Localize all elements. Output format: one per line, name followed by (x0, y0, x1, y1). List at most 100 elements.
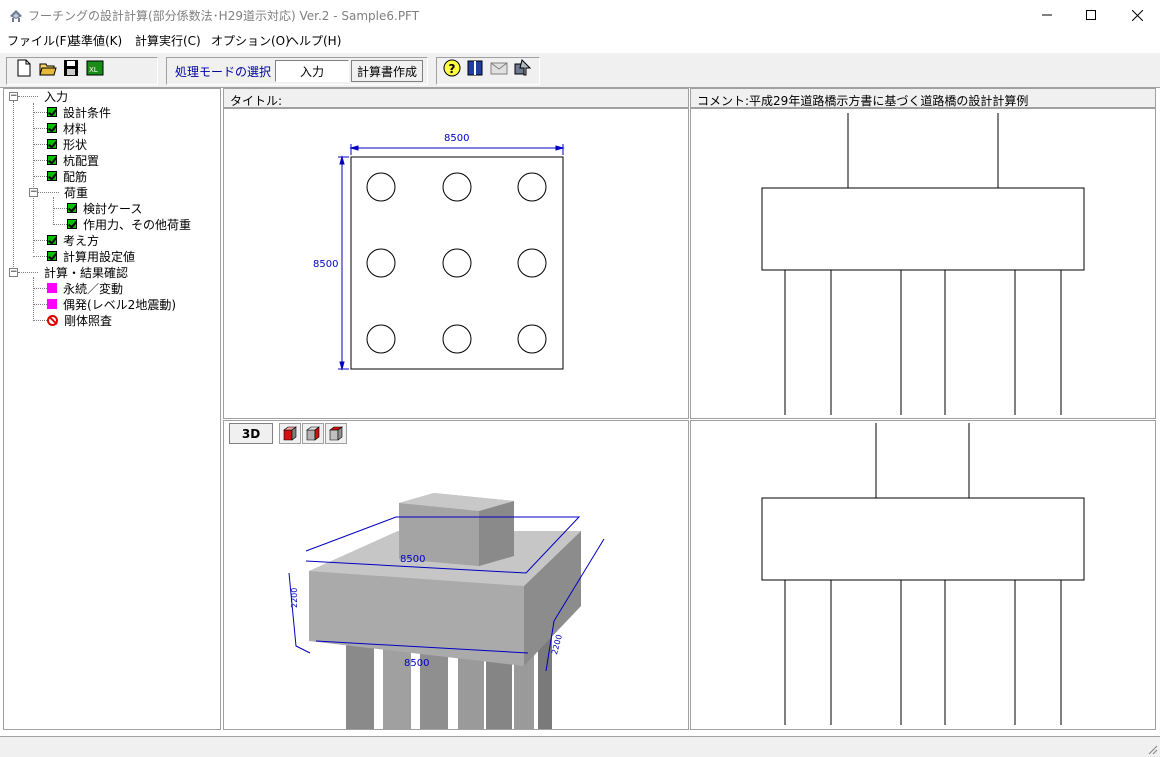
mail-icon[interactable] (489, 58, 509, 78)
pile-circle (366, 248, 396, 278)
view-3d-button[interactable]: 3D (229, 423, 273, 444)
pending-icon (47, 283, 57, 293)
pile-circle (442, 248, 472, 278)
mode-input-button[interactable]: 入力 (275, 60, 349, 82)
menu-help[interactable]: ヘルプ(H) (287, 32, 341, 49)
pile-circle (442, 172, 472, 202)
cube-side-button[interactable] (302, 423, 324, 444)
minimize-button[interactable] (1024, 0, 1070, 30)
tree-item-label: 偶発(レベル2地震動) (63, 297, 176, 312)
load-collapse-toggle[interactable]: − (29, 188, 38, 197)
tree-item-label: 材料 (63, 121, 88, 136)
checked-icon (47, 107, 57, 117)
title-bar: フーチングの設計計算(部分係数法･H29道示対応) Ver.2 - Sample… (0, 0, 1160, 30)
side-dimension-label: 2200 (550, 634, 564, 656)
cube-iso-icon (329, 426, 343, 441)
menu-calculate[interactable]: 計算実行(C) (135, 32, 201, 49)
tree-connector (37, 192, 59, 193)
tree-connector (33, 112, 47, 113)
tree-item-label: 剛体照査 (64, 313, 113, 328)
maximize-button[interactable] (1068, 0, 1114, 30)
tree-root-input[interactable]: 入力 (44, 89, 68, 104)
tree-item-design-conditions[interactable]: 設計条件 (47, 104, 111, 120)
arrow-down-icon (339, 361, 345, 371)
cube-front-button[interactable] (279, 423, 301, 444)
tree-item-pile-layout[interactable]: 杭配置 (47, 152, 99, 168)
resize-grip-icon[interactable] (1146, 743, 1158, 755)
arrow-left-icon (349, 145, 359, 151)
checked-icon (47, 251, 57, 261)
view3d-drawing: 8500 8500 2200 2200 (288, 493, 605, 729)
tree-root-calc[interactable]: 計算・結果確認 (44, 264, 128, 280)
tree-item-reinforcement[interactable]: 配筋 (47, 168, 87, 184)
pile-circle (366, 172, 396, 202)
tree-group-load-label: 荷重 (64, 185, 89, 200)
calc-collapse-toggle[interactable]: − (9, 268, 18, 277)
tree-connector (33, 277, 34, 321)
width-dimension-label: 8500 (444, 133, 469, 144)
height-dimension-label: 2200 (290, 588, 299, 608)
input-collapse-toggle[interactable]: − (9, 92, 18, 101)
tree-item-label: 杭配置 (63, 153, 100, 168)
input-tree: − 入力 設計条件 材料 形状 杭配置 配筋 − 荷重 検討ケース 作用力、その… (3, 88, 221, 730)
export-icon[interactable]: XL (85, 58, 105, 78)
settings-icon[interactable] (512, 58, 532, 78)
footing-front-face (309, 571, 524, 666)
tree-connector (53, 208, 67, 209)
bottom-dimension-label: 8500 (404, 658, 429, 669)
footing-section (761, 497, 1085, 581)
menu-options[interactable]: オプション(O) (211, 32, 290, 49)
tree-item-label: 永続／変動 (63, 281, 124, 296)
tree-root-calc-label: 計算・結果確認 (44, 265, 129, 280)
view3d-panel: 8500 8500 2200 2200 (223, 420, 689, 730)
maximize-icon (1086, 10, 1096, 20)
save-icon[interactable] (61, 58, 81, 78)
book-icon[interactable] (465, 58, 485, 78)
tree-item-label: 作用力、その他荷重 (83, 217, 192, 232)
tree-item-materials[interactable]: 材料 (47, 120, 87, 136)
tree-group-load[interactable]: 荷重 (64, 184, 88, 200)
open-folder-icon[interactable] (38, 58, 58, 78)
tree-connector (33, 176, 47, 177)
help-icon[interactable]: ? (442, 58, 462, 78)
svg-text:XL: XL (89, 66, 98, 74)
comment-header: コメント:平成29年道路橋示方書に基づく道路橋の設計計算例 (690, 88, 1156, 108)
close-button[interactable] (1114, 0, 1160, 30)
status-bar (0, 736, 1160, 757)
menu-standard[interactable]: 基準値(K) (69, 32, 122, 49)
tree-item-load-cases[interactable]: 検討ケース (67, 200, 142, 216)
svg-text:?: ? (449, 62, 456, 76)
tree-item-rigid-check[interactable]: 剛体照査 (47, 312, 112, 328)
tree-item-persistent[interactable]: 永続／変動 (47, 280, 123, 296)
tree-connector (33, 144, 47, 145)
mode-report-button[interactable]: 計算書作成 (351, 60, 423, 82)
tree-item-accidental[interactable]: 偶発(レベル2地震動) (47, 296, 176, 312)
checked-icon (67, 203, 77, 213)
minimize-icon (1042, 14, 1052, 16)
window-title: フーチングの設計計算(部分係数法･H29道示対応) Ver.2 - Sample… (28, 9, 420, 23)
tree-item-calc-settings[interactable]: 計算用設定値 (47, 248, 135, 264)
tree-item-label: 考え方 (63, 233, 100, 248)
top-dimension-label: 8500 (400, 554, 425, 565)
tree-item-approach[interactable]: 考え方 (47, 232, 99, 248)
toolbar: XL 処理モードの選択 入力 計算書作成 ? (0, 52, 1160, 88)
menu-file[interactable]: ファイル(F) (7, 32, 71, 49)
pile-circle (517, 172, 547, 202)
cube-iso-button[interactable] (325, 423, 347, 444)
tree-item-shape[interactable]: 形状 (47, 136, 87, 152)
elevation-view-x-drawing (761, 113, 1085, 415)
tree-connector (33, 320, 47, 321)
tree-item-actions[interactable]: 作用力、その他荷重 (67, 216, 191, 232)
tree-connector (18, 272, 38, 273)
new-file-icon[interactable] (14, 58, 34, 78)
tree-connector (33, 103, 34, 253)
footing-section (761, 187, 1085, 271)
cube-side-icon (306, 426, 320, 441)
pile-circle (442, 324, 472, 354)
tree-item-label: 計算用設定値 (63, 249, 136, 264)
tree-item-label: 検討ケース (83, 201, 143, 216)
plan-view-panel: 8500 8500 (223, 108, 689, 419)
tree-connector (33, 160, 47, 161)
checked-icon (67, 219, 77, 229)
tree-item-label: 形状 (63, 137, 88, 152)
